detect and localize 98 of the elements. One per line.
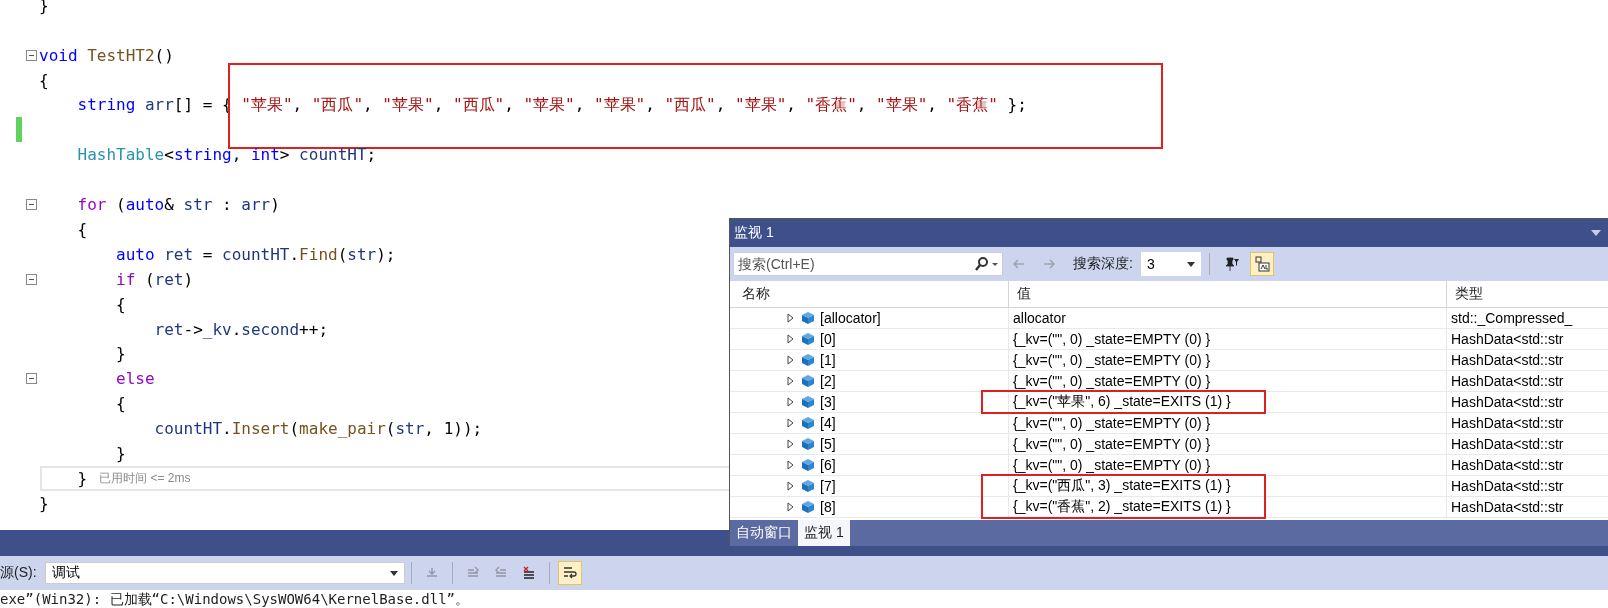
- collapse-icon[interactable]: [26, 199, 37, 211]
- code-line: countHT.Insert(make_pair(str, 1));: [153, 419, 483, 439]
- watch-value: {_kv=("", 0) _state=EMPTY (0) }: [1013, 457, 1211, 473]
- watch-type: HashData<std::str: [1451, 373, 1564, 389]
- watch-value: {_kv=("", 0) _state=EMPTY (0) }: [1013, 352, 1211, 368]
- watch-type: HashData<std::str: [1451, 436, 1564, 452]
- object-icon: [800, 479, 816, 493]
- watch-type: HashData<std::str: [1451, 331, 1564, 347]
- watch-name: [3]: [820, 394, 836, 410]
- code-line: {: [115, 294, 126, 314]
- down-arrow-icon: [424, 566, 439, 580]
- watch-value: {_kv=("", 0) _state=EMPTY (0) }: [1013, 415, 1211, 431]
- expand-icon[interactable]: [786, 460, 796, 470]
- pin-icon: [1223, 256, 1240, 272]
- expand-icon[interactable]: [786, 355, 796, 365]
- collapse-icon[interactable]: [26, 273, 37, 285]
- code-line: else: [115, 369, 155, 389]
- watch-value: allocator: [1013, 310, 1066, 326]
- object-icon: [800, 395, 816, 409]
- code-line: auto ret = countHT.Find(str);: [115, 244, 396, 264]
- object-icon: [800, 311, 816, 325]
- watch-name: [0]: [820, 331, 836, 347]
- watch-value: {_kv=("香蕉", 2) _state=EXITS (1) }: [1013, 498, 1231, 516]
- expand-icon[interactable]: [786, 397, 796, 407]
- object-icon: [800, 437, 816, 451]
- watch-type: HashData<std::str: [1451, 457, 1564, 473]
- source-dropdown[interactable]: 调试: [44, 562, 405, 584]
- watch-value: {_kv=("苹果", 6) _state=EXITS (1) }: [1013, 393, 1231, 411]
- expand-icon[interactable]: [786, 376, 796, 386]
- watch-name: [1]: [820, 352, 836, 368]
- column-header[interactable]: 名称: [730, 281, 1009, 307]
- search-icon[interactable]: [973, 256, 999, 272]
- watch-name: [6]: [820, 457, 836, 473]
- expand-icon[interactable]: [786, 439, 796, 449]
- hex-toggle-button[interactable]: [1249, 252, 1274, 276]
- expand-icon[interactable]: [786, 334, 796, 344]
- object-icon: [800, 458, 816, 472]
- object-icon: [800, 374, 816, 388]
- object-icon: [800, 332, 816, 346]
- column-header[interactable]: 值: [1009, 281, 1447, 307]
- code-line: ret->_kv.second++;: [153, 319, 328, 339]
- list-arrow-icon: [465, 566, 480, 580]
- word-wrap-button[interactable]: [557, 561, 582, 585]
- watch-name: [2]: [820, 373, 836, 389]
- collapse-icon[interactable]: [26, 49, 37, 61]
- source-label: 源(S):: [0, 564, 37, 582]
- watch-type: HashData<std::str: [1451, 415, 1564, 431]
- depth-dropdown[interactable]: 3: [1140, 252, 1201, 276]
- watch-value: {_kv=("西瓜", 3) _state=EXITS (1) }: [1013, 477, 1231, 495]
- column-header[interactable]: 类型: [1447, 281, 1608, 307]
- clear-list-icon: [521, 566, 536, 580]
- code-line: {: [76, 219, 88, 239]
- text-format-icon: [1253, 256, 1270, 272]
- watch-name: [7]: [820, 478, 836, 494]
- list-arrow-icon: [493, 566, 508, 580]
- code-line: void TestHT2(): [39, 45, 174, 65]
- watch-type: HashData<std::str: [1451, 499, 1564, 515]
- panel-tab[interactable]: 自动窗口: [730, 520, 798, 546]
- panel-tab[interactable]: 监视 1: [798, 520, 850, 546]
- caret-icon: [1186, 261, 1195, 267]
- object-icon: [800, 500, 816, 514]
- object-icon: [800, 353, 816, 367]
- word-wrap-icon: [561, 565, 578, 581]
- code-line: if (ret): [115, 269, 194, 289]
- code-line: }: [115, 443, 126, 463]
- search-field[interactable]: 搜索(Ctrl+E): [733, 252, 1003, 276]
- expand-icon[interactable]: [786, 418, 796, 428]
- code-line: }: [76, 468, 88, 488]
- caret-icon: [389, 570, 398, 576]
- watch-value: {_kv=("", 0) _state=EMPTY (0) }: [1013, 331, 1211, 347]
- watch-name: [allocator]: [820, 310, 881, 326]
- watch-name: [4]: [820, 415, 836, 431]
- code-line: }: [39, 493, 49, 513]
- code-line: {: [115, 394, 126, 414]
- output-text: exe”(Win32): 已加载“C:\Windows\SysWOW64\KernelBase.dll”。: [0, 590, 470, 608]
- left-arrow-icon: [1012, 257, 1026, 271]
- watch-name: [8]: [820, 499, 836, 515]
- watch-type: HashData<std::str: [1451, 352, 1564, 368]
- expand-icon[interactable]: [786, 481, 796, 491]
- code-line: {: [39, 70, 49, 90]
- window-title: 监视 1: [734, 224, 774, 242]
- watch-type: std::_Compressed_: [1451, 310, 1573, 326]
- right-arrow-icon: [1042, 257, 1056, 271]
- object-icon: [800, 416, 816, 430]
- code-line: }: [115, 344, 126, 364]
- watch-value: {_kv=("", 0) _state=EMPTY (0) }: [1013, 436, 1211, 452]
- watch-type: HashData<std::str: [1451, 478, 1564, 494]
- watch-value: {_kv=("", 0) _state=EMPTY (0) }: [1013, 373, 1211, 389]
- watch-name: [5]: [820, 436, 836, 452]
- collapse-icon[interactable]: [26, 373, 37, 385]
- code-line: for (auto& str : arr): [76, 195, 280, 215]
- timing-hint: 已用时间 <= 2ms: [99, 469, 191, 487]
- depth-label: 搜索深度:: [1073, 255, 1133, 273]
- dropdown-icon[interactable]: [1591, 230, 1601, 236]
- expand-icon[interactable]: [786, 313, 796, 323]
- expand-icon[interactable]: [786, 502, 796, 512]
- watch-type: HashData<std::str: [1451, 394, 1564, 410]
- code-line: HashTable<string, int> countHT;: [76, 145, 377, 165]
